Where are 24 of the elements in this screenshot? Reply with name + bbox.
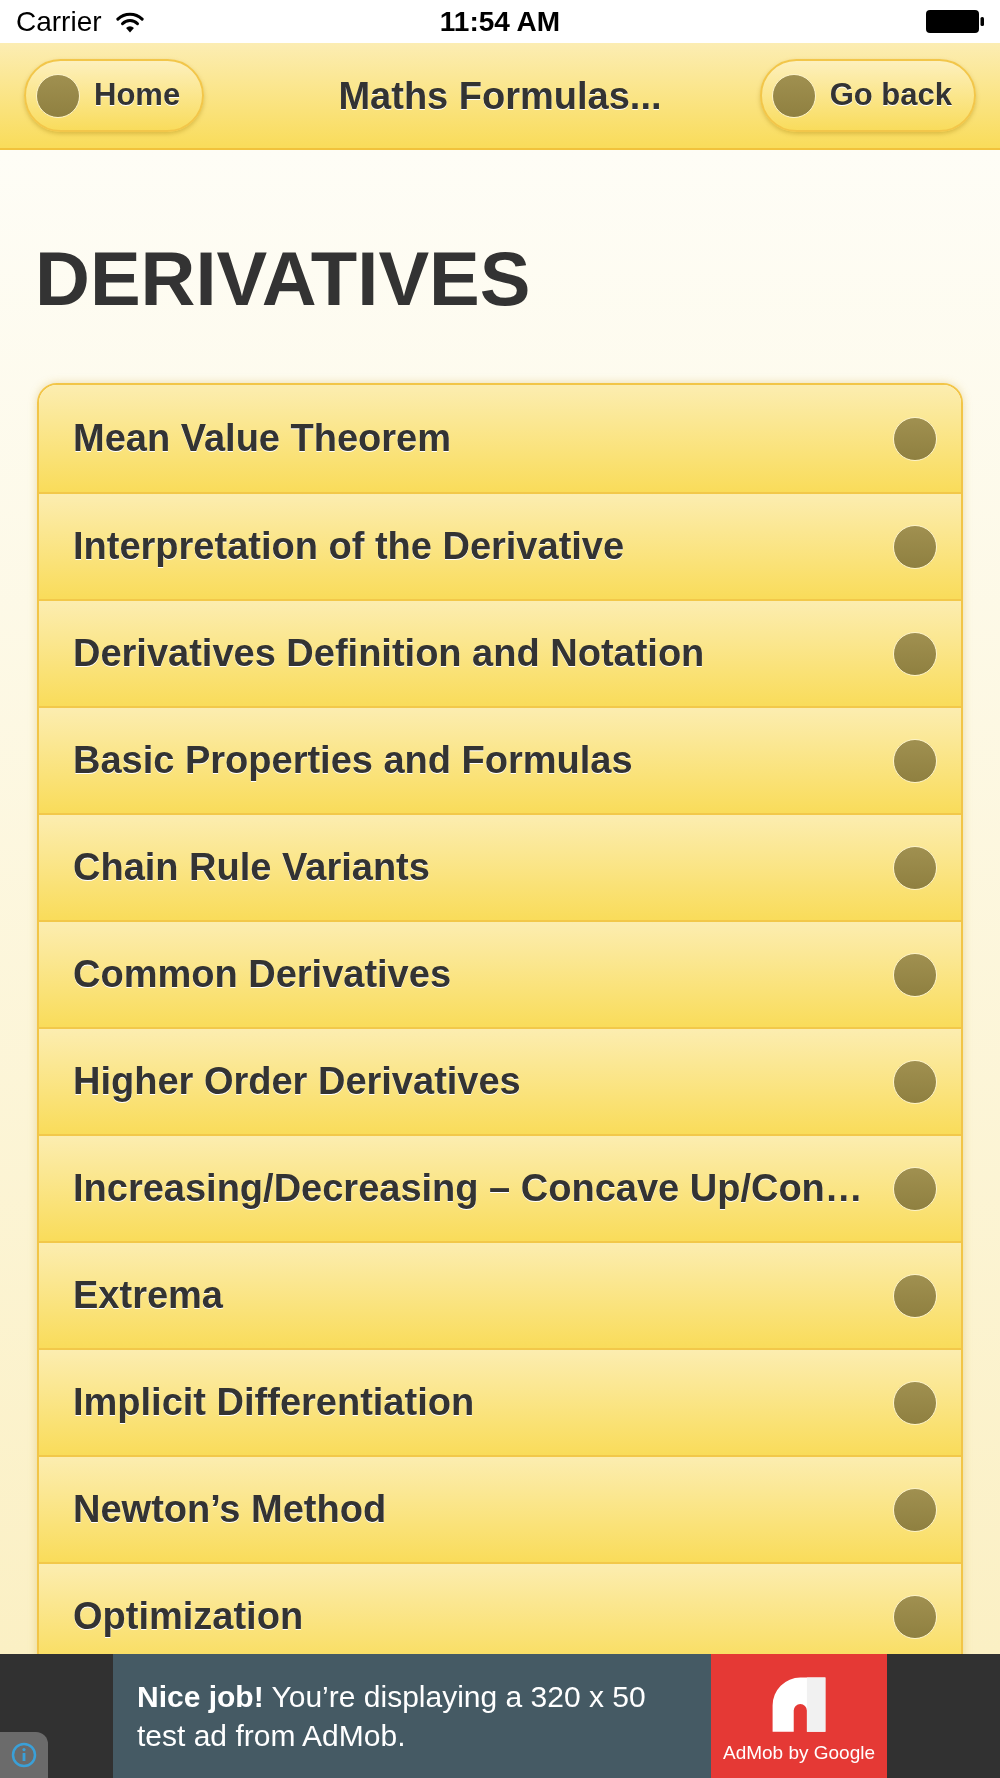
- clock-time: 11:54 AM: [439, 7, 561, 36]
- page-heading: DERIVATIVES: [35, 241, 531, 317]
- ad-banner[interactable]: Nice job! You’re displaying a 320 x 50 test ad from AdMob. AdMob by Google: [113, 1654, 887, 1778]
- info-icon[interactable]: [0, 1732, 48, 1778]
- ad-brand: AdMob by Google: [722, 1742, 876, 1762]
- list-item[interactable]: Chain Rule Variants: [39, 813, 961, 920]
- list-item[interactable]: Optimization: [39, 1562, 961, 1654]
- list-item[interactable]: Mean Value Theorem: [39, 385, 961, 492]
- list-item[interactable]: Higher Order Derivatives: [39, 1027, 961, 1134]
- battery-icon: [926, 10, 984, 33]
- home-button[interactable]: Home: [24, 59, 205, 132]
- list-item[interactable]: Newton’s Method: [39, 1455, 961, 1562]
- list-item[interactable]: Increasing/Decreasing – Concave Up/Con…: [39, 1134, 961, 1241]
- list-item[interactable]: Extrema: [39, 1241, 961, 1348]
- list-item[interactable]: Implicit Differentiation: [39, 1348, 961, 1455]
- list-item[interactable]: Interpretation of the Derivative: [39, 492, 961, 599]
- list-item[interactable]: Derivatives Definition and Notation: [39, 599, 961, 706]
- header-title: Maths Formulas...: [338, 76, 662, 115]
- ad-message: Nice job! You’re displaying a 320 x 50 test ad from AdMob.: [137, 1679, 647, 1754]
- list-item[interactable]: Common Derivatives: [39, 920, 961, 1027]
- list-item[interactable]: Basic Properties and Formulas: [39, 706, 961, 813]
- wifi-icon: [115, 10, 144, 33]
- back-button[interactable]: Go back: [759, 59, 976, 132]
- carrier-name: Carrier: [16, 7, 102, 36]
